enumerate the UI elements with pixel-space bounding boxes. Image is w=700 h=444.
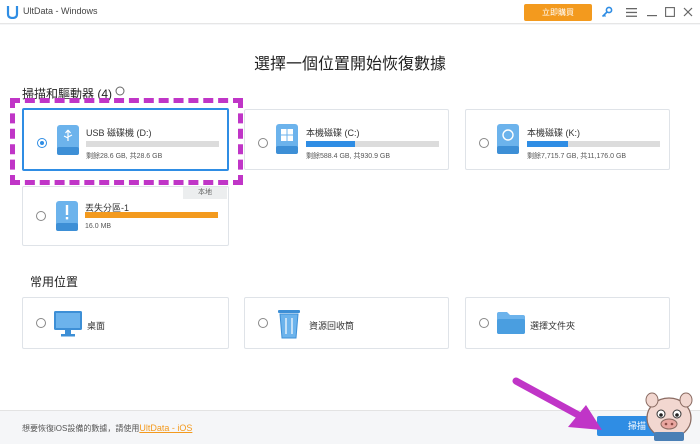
pig-mascot-icon	[645, 392, 693, 441]
drive-usage-bar	[85, 212, 218, 218]
windows-drive-icon	[276, 124, 298, 154]
location-label: 選擇文件夾	[530, 321, 576, 331]
maximize-icon[interactable]	[661, 3, 679, 21]
drive-radio[interactable]	[36, 211, 46, 221]
hard-drive-icon	[497, 124, 519, 154]
location-card-desktop[interactable]: 桌面	[22, 297, 229, 349]
app-title: UltData - Windows	[23, 6, 98, 16]
drive-usage-bar	[527, 141, 660, 147]
monitor-icon	[54, 311, 82, 337]
footer-text: 想要恢復iOS設備的數據，請使用UltData - iOS	[22, 423, 192, 434]
app-logo-icon	[6, 6, 19, 19]
drive-usage-fill	[306, 141, 356, 147]
buy-now-button[interactable]: 立即購買	[524, 4, 592, 21]
location-card-recycle-bin[interactable]: 資源回收筒	[244, 297, 449, 349]
location-label: 桌面	[87, 321, 106, 331]
menu-icon[interactable]	[622, 3, 640, 21]
drive-name: 本機磁碟 (K:)	[527, 128, 580, 138]
drive-info: 剩餘7,715.7 GB, 共11,176.0 GB	[527, 153, 627, 160]
common-section-label: 常用位置	[30, 275, 79, 289]
location-radio[interactable]	[479, 318, 489, 328]
drive-usage-fill	[527, 141, 569, 147]
drive-info: 16.0 MB	[85, 223, 112, 230]
page-title: 選擇一個位置開始恢復數據	[253, 56, 446, 73]
location-radio[interactable]	[36, 318, 46, 328]
drive-usage-fill	[85, 212, 218, 218]
lost-partition-icon	[56, 201, 78, 231]
drive-info: 剩餘588.4 GB, 共930.9 GB	[306, 153, 391, 160]
drive-radio[interactable]	[479, 138, 489, 148]
pointer-arrow-icon	[512, 377, 602, 430]
location-card-folder[interactable]: 選擇文件夾	[465, 297, 670, 349]
local-tag: 本地	[183, 187, 227, 199]
minimize-icon[interactable]	[643, 3, 661, 21]
location-radio[interactable]	[258, 318, 268, 328]
selection-highlight	[10, 98, 243, 185]
location-label: 資源回收筒	[309, 321, 355, 331]
title-bar: UltData - Windows 立即購買	[0, 0, 700, 24]
drive-radio[interactable]	[258, 138, 268, 148]
drive-card-local-k[interactable]: 本機磁碟 (K:) 剩餘7,715.7 GB, 共11,176.0 GB	[465, 109, 670, 170]
recycle-bin-icon	[278, 310, 300, 339]
drive-name: 本機磁碟 (C:)	[306, 128, 360, 138]
close-icon[interactable]	[679, 3, 697, 21]
footer-message: 想要恢復iOS設備的數據，請使用	[22, 424, 140, 433]
key-icon[interactable]	[598, 3, 616, 21]
folder-icon	[497, 312, 525, 334]
refresh-icon[interactable]	[115, 86, 125, 96]
drive-card-local-c[interactable]: 本機磁碟 (C:) 剩餘588.4 GB, 共930.9 GB	[244, 109, 449, 170]
drive-usage-bar	[306, 141, 439, 147]
ultdata-ios-link[interactable]: UltData - iOS	[139, 423, 192, 433]
